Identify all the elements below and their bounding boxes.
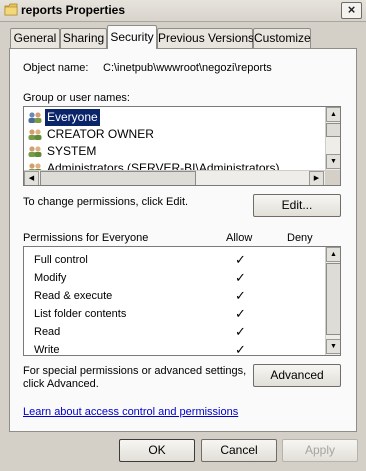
allow-check-icon: ✓ — [235, 342, 246, 356]
allow-check-icon: ✓ — [235, 306, 246, 321]
tab-security[interactable]: Security — [107, 25, 157, 49]
tab-customize[interactable]: Customize — [253, 28, 311, 48]
title-bar: reports Properties × — [0, 0, 366, 22]
scroll-up-icon[interactable]: ▲ — [326, 247, 340, 262]
permission-label: Full control — [34, 254, 88, 266]
users-icon — [28, 129, 42, 140]
allow-column-header: Allow — [226, 232, 253, 244]
group-list-label: Group or user names: — [23, 92, 130, 104]
permission-row-read: Read — [34, 323, 60, 341]
edit-button[interactable]: Edit... — [253, 194, 341, 217]
object-name-label: Object name: — [23, 62, 89, 74]
permission-label: Read & execute — [34, 290, 113, 302]
permission-label: Write — [34, 344, 60, 356]
group-list-hscrollbar[interactable]: ◀ ▶ — [24, 170, 325, 185]
scroll-corner — [325, 170, 340, 185]
permission-label: List folder contents — [34, 308, 127, 320]
users-icon — [28, 146, 42, 157]
permission-row-read-execute: Read & execute — [34, 287, 112, 305]
scroll-down-icon[interactable]: ▼ — [326, 339, 340, 354]
permission-label: Read — [34, 326, 61, 338]
scroll-down-icon[interactable]: ▼ — [326, 154, 340, 169]
permissions-list: Full control Modify Read & execute List … — [23, 246, 341, 356]
change-permissions-hint: To change permissions, click Edit. — [23, 196, 189, 208]
list-item-label: CREATOR OWNER — [47, 127, 154, 141]
permission-row-modify: Modify — [34, 269, 66, 287]
scroll-left-icon[interactable]: ◀ — [24, 171, 39, 185]
list-item-label: SYSTEM — [47, 144, 97, 158]
scroll-right-icon[interactable]: ▶ — [309, 171, 324, 185]
advanced-hint-line2: click Advanced. — [23, 378, 99, 390]
object-name-value: C:\inetpub\wwwroot\negozi\reports — [103, 62, 272, 74]
tab-sharing[interactable]: Sharing — [60, 28, 107, 48]
permission-label: Modify — [34, 272, 67, 284]
deny-column-header: Deny — [287, 232, 313, 244]
folder-icon — [4, 3, 18, 16]
allow-check-icon: ✓ — [235, 324, 246, 339]
allow-check-icon: ✓ — [235, 252, 246, 267]
permissions-vscrollbar[interactable]: ▲ ▼ — [325, 247, 340, 355]
list-item-label: Everyone — [45, 109, 100, 126]
permission-row-write: Write — [34, 341, 60, 356]
advanced-hint-line1: For special permissions or advanced sett… — [23, 365, 247, 377]
tab-previous-versions[interactable]: Previous Versions — [157, 28, 254, 48]
allow-check-icon: ✓ — [235, 288, 246, 303]
scroll-up-icon[interactable]: ▲ — [326, 107, 340, 122]
scroll-thumb[interactable] — [326, 263, 340, 335]
cancel-button[interactable]: Cancel — [201, 439, 277, 462]
group-user-list[interactable]: Everyone CREATOR OWNER SYSTEM Administra… — [23, 106, 341, 186]
users-icon — [28, 112, 42, 123]
learn-access-control-link[interactable]: Learn about access control and permissio… — [23, 406, 238, 418]
close-button[interactable]: × — [341, 2, 362, 19]
allow-check-icon: ✓ — [235, 270, 246, 285]
apply-button[interactable]: Apply — [282, 439, 358, 462]
permission-row-full-control: Full control — [34, 251, 88, 269]
window-title: reports Properties — [21, 3, 126, 17]
advanced-button[interactable]: Advanced — [253, 364, 341, 387]
hscroll-thumb[interactable] — [40, 171, 196, 185]
permissions-header: Permissions for Everyone — [23, 232, 149, 244]
group-list-vscrollbar[interactable]: ▲ ▼ — [325, 107, 340, 170]
ok-button[interactable]: OK — [119, 439, 195, 462]
permission-row-list-folder-contents: List folder contents — [34, 305, 126, 323]
scroll-thumb[interactable] — [326, 123, 340, 137]
tab-general[interactable]: General — [10, 28, 60, 48]
